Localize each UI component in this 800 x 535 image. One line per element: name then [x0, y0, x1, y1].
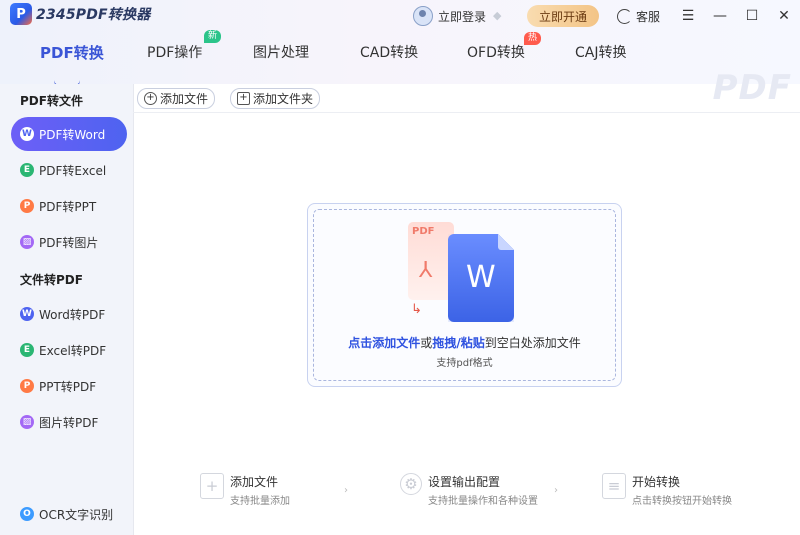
click-add-link[interactable]: 点击添加文件 — [348, 336, 420, 350]
ocr-icon: O — [20, 507, 34, 521]
step-title: 开始转换 — [632, 475, 681, 489]
minimize-icon[interactable]: — — [704, 0, 736, 32]
step-subtitle: 支持批量操作和各种设置 — [428, 496, 538, 507]
app-logo: P 2345PDF转换器 — [10, 3, 150, 25]
main-nav: PDF转换 PDF操作 新 图片处理 CAD转换 OFD转换 热 CAJ转换 P… — [0, 30, 800, 108]
excel-icon: E — [20, 343, 34, 357]
drop-text-or: 或 — [420, 336, 433, 350]
new-badge: 新 — [204, 30, 222, 43]
image-icon: ▨ — [20, 415, 34, 429]
word-letter: W — [466, 260, 496, 295]
step-chevron-icon: › — [554, 485, 558, 496]
plus-circle-icon: + — [144, 92, 157, 105]
document-list-icon: ≡ — [602, 473, 626, 499]
tab-image-processing[interactable]: 图片处理 — [253, 42, 309, 62]
service-label: 客服 — [635, 9, 660, 24]
step-chevron-icon: › — [344, 485, 348, 496]
menu-icon[interactable]: ☰ — [672, 0, 704, 32]
step-title: 添加文件 — [230, 475, 279, 489]
customer-service-button[interactable]: 客服 — [616, 8, 660, 25]
login-button[interactable]: 立即登录 ◆ — [412, 6, 505, 26]
vip-diamond-icon: ◆ — [492, 9, 502, 22]
title-bar: P 2345PDF转换器 立即登录 ◆ 立即开通 客服 ☰ — ☐ ✕ PDF转… — [0, 0, 800, 108]
step-subtitle: 点击转换按钮开始转换 — [632, 496, 732, 507]
conversion-steps: + 添加文件 支持批量添加 › ⚙ 设置输出配置 支持批量操作和各种设置 › ≡… — [196, 473, 776, 513]
close-icon[interactable]: ✕ — [768, 0, 800, 32]
pdf-file-icon: PDF ⅄ — [408, 222, 454, 300]
word-icon: W — [20, 307, 34, 321]
pdf-label: PDF — [412, 226, 435, 237]
plus-square-icon: + — [237, 92, 250, 105]
login-label: 立即登录 — [437, 9, 486, 24]
tab-ofd-convert[interactable]: OFD转换 — [467, 42, 525, 62]
step-add-file: + 添加文件 支持批量添加 — [200, 473, 290, 507]
add-file-button[interactable]: + 添加文件 — [137, 88, 216, 109]
headset-icon — [616, 8, 632, 24]
sidebar-group-pdf-to-file: PDF转文件 — [20, 94, 83, 108]
sidebar-item-pdf-to-ppt[interactable]: P PDF转PPT — [11, 189, 127, 223]
hot-badge: 热 — [524, 32, 542, 45]
sidebar-item-ppt-to-pdf[interactable]: P PPT转PDF — [11, 369, 127, 403]
sidebar-item-pdf-to-word[interactable]: W PDF转Word — [11, 117, 127, 151]
sidebar: PDF转文件 W PDF转Word E PDF转Excel P PDF转PPT … — [0, 84, 134, 535]
drop-instructions: 点击添加文件或拖拽/粘贴到空白处添加文件 — [308, 334, 621, 351]
sidebar-item-label: PDF转Excel — [39, 163, 107, 178]
sidebar-item-label: 图片转PDF — [39, 415, 99, 430]
ppt-icon: P — [20, 379, 34, 393]
vip-open-button[interactable]: 立即开通 — [526, 5, 599, 27]
sidebar-item-pdf-to-excel[interactable]: E PDF转Excel — [11, 153, 127, 187]
maximize-icon[interactable]: ☐ — [736, 0, 768, 32]
sidebar-item-ocr[interactable]: O OCR文字识别 — [11, 497, 127, 531]
drop-text-tail: 到空白处添加文件 — [484, 336, 581, 350]
sidebar-group-file-to-pdf: 文件转PDF — [20, 273, 83, 287]
step-title: 设置输出配置 — [428, 475, 501, 489]
add-file-label: 添加文件 — [160, 92, 209, 106]
sidebar-item-label: OCR文字识别 — [39, 507, 114, 522]
logo-icon: P — [10, 3, 32, 25]
sidebar-item-label: Excel转PDF — [39, 343, 107, 358]
ppt-icon: P — [20, 199, 34, 213]
tab-pdf-convert[interactable]: PDF转换 — [40, 42, 104, 63]
step-output-settings: ⚙ 设置输出配置 支持批量操作和各种设置 — [400, 473, 538, 507]
step-start-convert: ≡ 开始转换 点击转换按钮开始转换 — [602, 473, 732, 507]
image-icon: ▨ — [20, 235, 34, 249]
file-toolbar: + 添加文件 + 添加文件夹 — [133, 84, 800, 113]
file-drop-zone[interactable]: PDF ⅄ ↳ W 点击添加文件或拖拽/粘贴到空白处添加文件 支持pdf格式 — [307, 203, 622, 387]
app-title: 2345PDF转换器 — [36, 7, 151, 23]
step-subtitle: 支持批量添加 — [230, 496, 290, 507]
word-icon: W — [20, 127, 34, 141]
acrobat-icon: ⅄ — [419, 258, 433, 283]
tab-caj-convert[interactable]: CAJ转换 — [575, 42, 626, 62]
sidebar-item-label: PDF转PPT — [39, 199, 97, 214]
convert-arrow-icon: ↳ — [411, 302, 422, 317]
sidebar-item-label: PDF转Word — [39, 127, 106, 142]
supported-format-text: 支持pdf格式 — [436, 358, 493, 369]
user-avatar-icon — [412, 6, 433, 26]
add-file-step-icon: + — [200, 473, 224, 499]
window-controls-area: 立即登录 ◆ 立即开通 客服 ☰ — ☐ ✕ — [412, 0, 800, 32]
sidebar-item-excel-to-pdf[interactable]: E Excel转PDF — [11, 333, 127, 367]
sidebar-item-image-to-pdf[interactable]: ▨ 图片转PDF — [11, 405, 127, 439]
sidebar-item-label: Word转PDF — [39, 307, 106, 322]
excel-icon: E — [20, 163, 34, 177]
drag-paste-text: 拖拽/粘贴 — [432, 336, 485, 350]
sidebar-item-label: PPT转PDF — [39, 379, 97, 394]
tab-pdf-operations[interactable]: PDF操作 — [147, 42, 202, 62]
add-folder-label: 添加文件夹 — [253, 92, 314, 106]
sidebar-item-label: PDF转图片 — [39, 235, 99, 250]
gear-icon: ⚙ — [400, 473, 422, 495]
sidebar-item-pdf-to-image[interactable]: ▨ PDF转图片 — [11, 225, 127, 259]
tab-cad-convert[interactable]: CAD转换 — [360, 42, 418, 62]
sidebar-item-word-to-pdf[interactable]: W Word转PDF — [11, 297, 127, 331]
add-folder-button[interactable]: + 添加文件夹 — [230, 88, 321, 109]
